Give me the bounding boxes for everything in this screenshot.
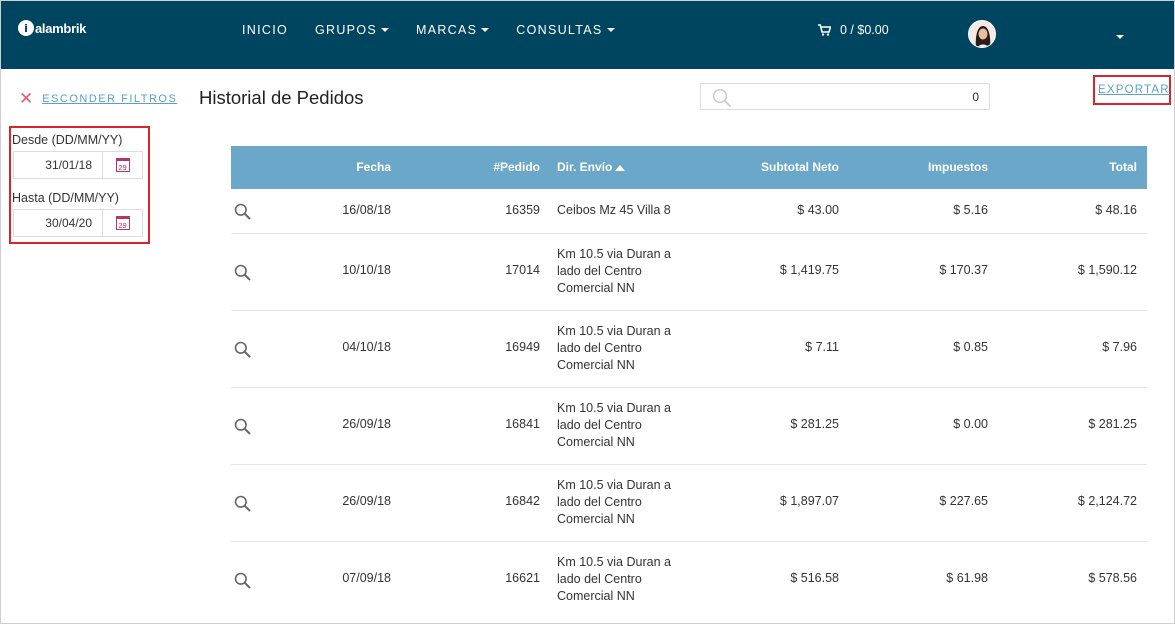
cell-total: $ 48.16 (1095, 203, 1137, 217)
column-header-dir-envio[interactable]: Dir. Envío (557, 160, 626, 174)
desde-date-input[interactable]: 31/01/18 (13, 151, 103, 179)
cell-dir-envio: Ceibos Mz 45 Villa 8 (557, 203, 671, 217)
search-icon[interactable] (234, 572, 251, 589)
hide-filters-label: ESCONDER FILTROS (42, 93, 178, 105)
top-navbar: i alambrik INICIO GRUPOS MARCAS CONSULTA… (1, 1, 1174, 69)
cell-total: $ 1,590.12 (1077, 263, 1137, 277)
cell-fecha: 26/09/18 (342, 417, 391, 431)
table-row: 07/09/18 16621 Km 10.5 via Duran a lado … (231, 542, 1147, 619)
column-header-pedido[interactable]: #Pedido (493, 160, 540, 174)
page-title: Historial de Pedidos (199, 87, 364, 108)
column-header-label: Dir. Envío (557, 160, 613, 174)
cell-fecha: 07/09/18 (342, 571, 391, 585)
chevron-down-icon (481, 28, 490, 32)
cell-dir-envio: Km 10.5 via Duran a lado del Centro Come… (557, 401, 671, 449)
orders-table-header: Fecha #Pedido Dir. Envío Subtotal Neto I… (231, 146, 1147, 189)
cart-summary: 0 / $0.00 (840, 23, 889, 37)
menu-item-label: CONSULTAS (516, 23, 603, 37)
search-icon[interactable] (234, 203, 251, 220)
cell-fecha: 10/10/18 (342, 263, 391, 277)
cell-impuestos: $ 0.85 (953, 340, 988, 354)
cell-impuestos: $ 0.00 (953, 417, 988, 431)
cell-subtotal: $ 1,419.75 (779, 263, 839, 277)
cell-subtotal: $ 7.11 (805, 340, 839, 354)
menu-item-consultas[interactable]: CONSULTAS (516, 23, 615, 37)
chevron-down-icon (606, 28, 615, 32)
desde-label: Desde (DD/MM/YY) (12, 133, 123, 147)
cell-fecha: 04/10/18 (342, 340, 391, 354)
table-row: 26/09/18 16842 Km 10.5 via Duran a lado … (231, 465, 1147, 542)
sort-ascending-icon (615, 165, 626, 171)
calendar-icon: 29 (115, 216, 130, 230)
cell-impuestos: $ 227.65 (939, 494, 988, 508)
column-header-subtotal[interactable]: Subtotal Neto (761, 160, 839, 174)
menu-item-grupos[interactable]: GRUPOS (315, 23, 389, 37)
cell-subtotal: $ 43.00 (797, 203, 839, 217)
cell-pedido: 16841 (505, 417, 540, 431)
cart-icon (818, 24, 831, 36)
cell-impuestos: $ 5.16 (953, 203, 988, 217)
cell-pedido: 16949 (505, 340, 540, 354)
cell-fecha: 16/08/18 (342, 203, 391, 217)
menu-item-inicio[interactable]: INICIO (242, 23, 288, 37)
desde-calendar-button[interactable]: 29 (102, 151, 143, 179)
calendar-icon: 29 (115, 158, 130, 172)
brand-logo[interactable]: i alambrik (18, 20, 86, 36)
search-icon[interactable] (234, 418, 251, 435)
cell-total: $ 2,124.72 (1077, 494, 1137, 508)
cell-dir-envio: Km 10.5 via Duran a lado del Centro Come… (557, 324, 671, 372)
cell-dir-envio: Km 10.5 via Duran a lado del Centro Come… (557, 555, 671, 603)
close-icon: ✕ (19, 89, 34, 108)
table-row: 10/10/18 17014 Km 10.5 via Duran a lado … (231, 234, 1147, 311)
column-header-impuestos[interactable]: Impuestos (928, 160, 988, 174)
column-header-total[interactable]: Total (1109, 160, 1137, 174)
cell-pedido: 16842 (505, 494, 540, 508)
logo-text: alambrik (35, 20, 87, 36)
user-photo (969, 21, 995, 47)
cell-dir-envio: Km 10.5 via Duran a lado del Centro Come… (557, 478, 671, 526)
menu-item-label: MARCAS (415, 23, 478, 37)
search-input[interactable]: 0 (700, 83, 990, 110)
menu-item-label: GRUPOS (315, 23, 377, 37)
hasta-date-input[interactable]: 30/04/20 (13, 209, 103, 237)
chevron-down-icon (380, 28, 389, 32)
cell-pedido: 16621 (505, 571, 540, 585)
cell-total: $ 578.56 (1088, 571, 1137, 585)
cell-total: $ 281.25 (1088, 417, 1137, 431)
search-icon[interactable] (234, 264, 251, 281)
cell-subtotal: $ 516.58 (790, 571, 839, 585)
hasta-calendar-button[interactable]: 29 (102, 209, 143, 237)
search-icon (712, 88, 732, 108)
cell-fecha: 26/09/18 (342, 494, 391, 508)
table-row: 26/09/18 16841 Km 10.5 via Duran a lado … (231, 388, 1147, 465)
user-menu-chevron-down-icon[interactable] (1116, 35, 1124, 39)
table-row: 04/10/18 16949 Km 10.5 via Duran a lado … (231, 311, 1147, 388)
search-icon[interactable] (234, 495, 251, 512)
cell-pedido: 17014 (505, 263, 540, 277)
cell-subtotal: $ 281.25 (790, 417, 839, 431)
avatar[interactable] (968, 20, 996, 48)
cell-impuestos: $ 170.37 (939, 263, 988, 277)
cell-impuestos: $ 61.98 (946, 571, 988, 585)
logo-mark: i (18, 20, 34, 36)
cell-subtotal: $ 1,897.07 (779, 494, 839, 508)
column-header-fecha[interactable]: Fecha (356, 160, 391, 174)
menu-item-marcas[interactable]: MARCAS (415, 23, 490, 37)
hide-filters-link[interactable]: ✕ ESCONDER FILTROS (19, 89, 178, 108)
cell-dir-envio: Km 10.5 via Duran a lado del Centro Come… (557, 247, 671, 295)
search-icon[interactable] (234, 341, 251, 358)
table-row: 16/08/18 16359 Ceibos Mz 45 Villa 8 $ 43… (231, 189, 1147, 234)
cart-button[interactable]: 0 / $0.00 (818, 23, 889, 37)
export-link[interactable]: EXPORTAR (1098, 84, 1170, 96)
cell-total: $ 7.96 (1102, 340, 1137, 354)
menu-item-label: INICIO (242, 23, 288, 37)
hasta-label: Hasta (DD/MM/YY) (12, 191, 119, 205)
app-window: i alambrik INICIO GRUPOS MARCAS CONSULTA… (0, 0, 1175, 624)
search-value: 0 (972, 90, 979, 104)
cell-pedido: 16359 (505, 203, 540, 217)
main-menu: INICIO GRUPOS MARCAS CONSULTAS (242, 23, 642, 37)
